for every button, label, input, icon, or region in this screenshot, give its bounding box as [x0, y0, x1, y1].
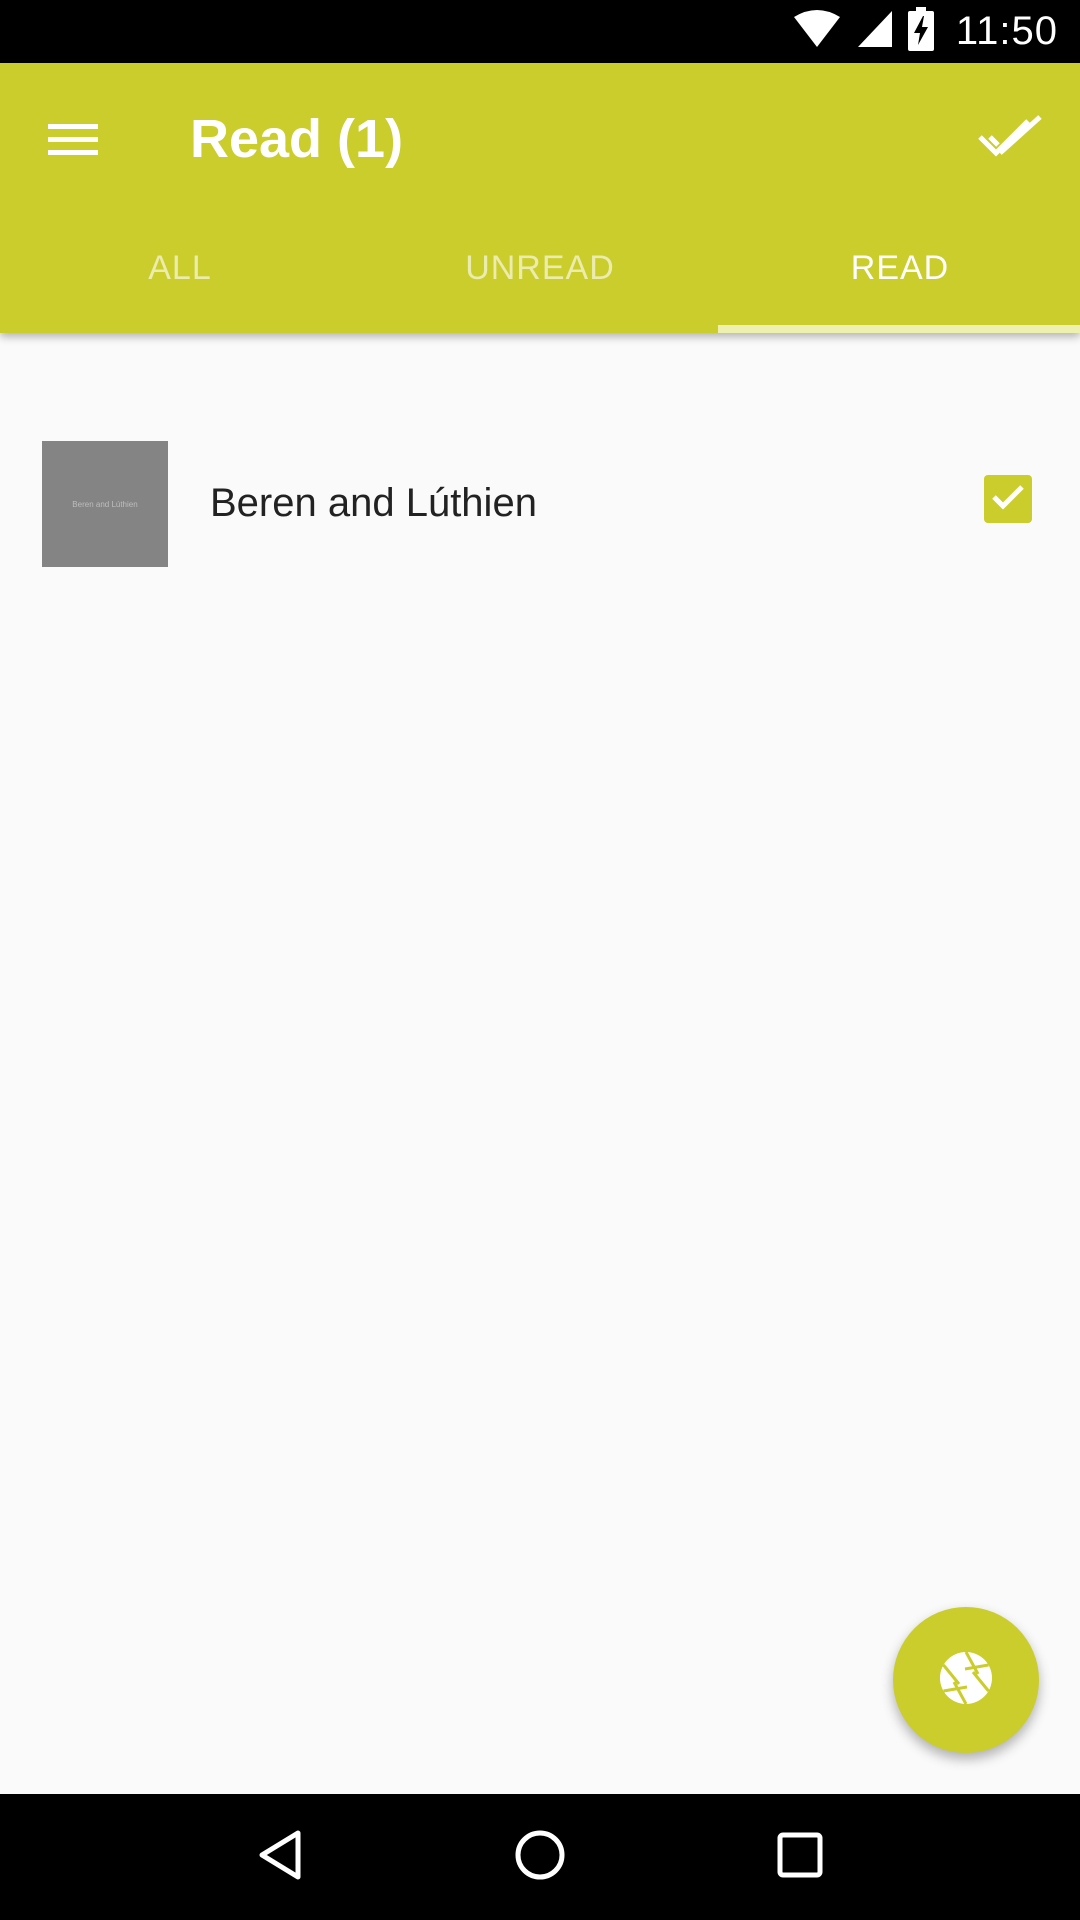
- camera-fab-button[interactable]: [893, 1607, 1039, 1753]
- book-cover: Beren and Lúthien: [42, 441, 168, 567]
- mark-all-read-button[interactable]: [970, 99, 1050, 179]
- check-icon: [991, 483, 1025, 516]
- back-button[interactable]: [230, 1807, 330, 1907]
- tab-all[interactable]: ALL: [0, 211, 360, 333]
- book-cover-text: Beren and Lúthien: [72, 499, 138, 509]
- home-button[interactable]: [490, 1807, 590, 1907]
- book-title: Beren and Lúthien: [210, 481, 537, 525]
- hamburger-menu-icon: [48, 120, 98, 165]
- status-time: 11:50: [955, 9, 1058, 53]
- wifi-icon: [792, 9, 842, 54]
- cell-signal-icon: [856, 9, 894, 54]
- done-all-icon: [978, 114, 1042, 164]
- menu-button[interactable]: [34, 103, 112, 181]
- page-title: Read (1): [190, 109, 404, 169]
- book-list: Beren and Lúthien Beren and Lúthien: [0, 333, 1080, 1794]
- tab-indicator: [718, 325, 1080, 333]
- recents-icon: [776, 1831, 824, 1884]
- tab-bar: ALL UNREAD READ: [0, 211, 1080, 333]
- navigation-bar: [0, 1794, 1080, 1920]
- status-bar: 11:50: [0, 0, 1080, 63]
- toolbar: Read (1): [0, 63, 1080, 211]
- battery-charging-icon: [907, 7, 934, 56]
- read-checkbox[interactable]: [984, 475, 1032, 523]
- list-item[interactable]: Beren and Lúthien Beren and Lúthien: [0, 433, 1080, 573]
- home-icon: [514, 1829, 566, 1886]
- tab-read[interactable]: READ: [720, 211, 1080, 333]
- app-bar: Read (1) ALL UNREAD READ: [0, 63, 1080, 333]
- back-icon: [256, 1829, 304, 1886]
- camera-aperture-icon: [938, 1650, 994, 1711]
- status-icons: 11:50: [792, 0, 1058, 63]
- tab-unread[interactable]: UNREAD: [360, 211, 720, 333]
- recents-button[interactable]: [750, 1807, 850, 1907]
